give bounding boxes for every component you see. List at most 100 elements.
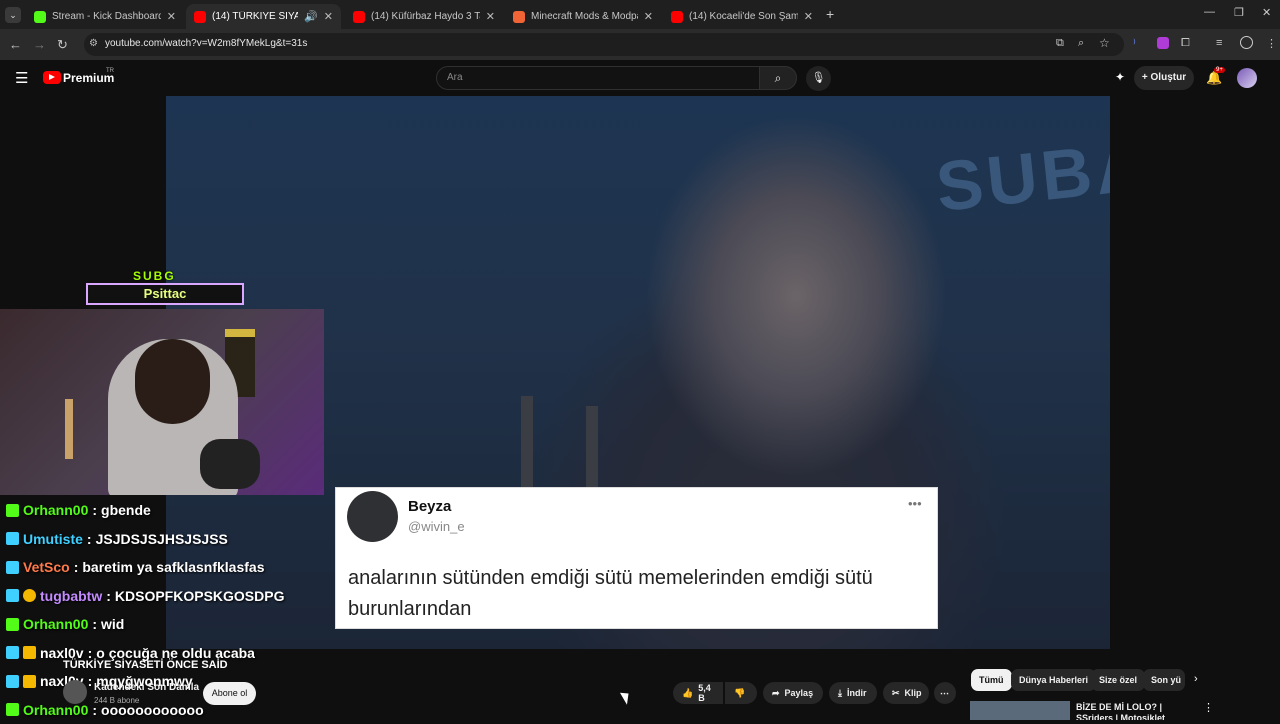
tab-curseforge[interactable]: Minecraft Mods & Modpacks - ✕: [505, 4, 661, 29]
hamburger-menu-icon[interactable]: ☰: [15, 69, 28, 87]
subscriber-count: 244 B abone: [94, 696, 139, 705]
close-tab-icon[interactable]: ✕: [486, 10, 495, 23]
scissors-icon: ✂: [892, 688, 900, 699]
subscriber-badge-icon: [6, 561, 19, 574]
sub-goal-badge: SUBG: [133, 269, 176, 283]
chip-recent[interactable]: Son yü: [1143, 669, 1185, 691]
search-icon: ⌕: [775, 71, 782, 85]
chevron-right-icon[interactable]: ›: [1194, 673, 1198, 685]
close-tab-icon[interactable]: ✕: [804, 10, 813, 23]
headset-mic: [200, 439, 260, 489]
tab-title: (14) TÜRKİYE SİYASETİ ÖNC: [212, 11, 298, 22]
close-window-icon[interactable]: ✕: [1262, 6, 1271, 19]
youtube-favicon-icon: [353, 11, 365, 23]
extension-purple-icon[interactable]: [1157, 37, 1169, 49]
browser-tab-strip: ⌄ Stream - Kick Dashboard ✕ (14) TÜRKİYE…: [0, 0, 1280, 29]
extension-icon[interactable]: ⁾: [1133, 37, 1136, 50]
create-button[interactable]: + Oluştur: [1134, 66, 1194, 90]
share-button[interactable]: ➦ Paylaş: [763, 682, 823, 704]
like-button[interactable]: 👍 5,4 B: [673, 682, 723, 704]
url-text[interactable]: youtube.com/watch?v=W2m8fYMekLg&t=31s: [105, 38, 307, 49]
speaker-icon[interactable]: 🔊: [304, 10, 318, 23]
minimize-icon[interactable]: —: [1204, 6, 1215, 18]
subscribe-button[interactable]: Abone ol: [203, 682, 256, 705]
tab-kick-dashboard[interactable]: Stream - Kick Dashboard ✕: [26, 4, 184, 29]
chat-text: wid: [101, 616, 124, 632]
omnibox[interactable]: ⚙ youtube.com/watch?v=W2m8fYMekLg&t=31s …: [84, 33, 1124, 56]
more-vertical-icon[interactable]: ⋮: [1203, 701, 1214, 714]
subscriber-badge-icon: [6, 504, 19, 517]
chat-username: Orhann00: [23, 502, 88, 518]
chip-for-you[interactable]: Size özel: [1091, 669, 1145, 691]
gift-badge-icon: [23, 589, 36, 602]
subscriber-badge-icon: [6, 646, 19, 659]
close-tab-icon[interactable]: ✕: [324, 10, 333, 23]
subscriber-badge-icon: [6, 675, 19, 688]
restore-icon[interactable]: ❐: [1234, 6, 1244, 19]
dislike-button[interactable]: 👎: [725, 682, 757, 704]
search-button[interactable]: ⌕: [759, 66, 797, 90]
chat-username: tugbabtw: [40, 588, 102, 604]
new-tab-button[interactable]: +: [826, 6, 834, 22]
chip-all[interactable]: Tümü: [971, 669, 1012, 691]
youtube-favicon-icon: [194, 11, 206, 23]
tab-title: (14) Küfürbaz Haydo 3 Tam bö: [371, 11, 480, 22]
close-tab-icon[interactable]: ✕: [167, 10, 176, 23]
tab-title: Stream - Kick Dashboard: [52, 11, 161, 22]
reload-icon[interactable]: ↻: [57, 37, 68, 53]
clip-label: Klip: [905, 688, 922, 698]
share-label: Paylaş: [785, 688, 814, 698]
chat-message: tugbabtw: KDSOPFKOPSKGOSDPG: [6, 582, 336, 611]
cast-icon[interactable]: ⧉: [1056, 37, 1064, 50]
more-horizontal-icon: ⋯: [940, 688, 949, 699]
create-label: Oluştur: [1151, 72, 1187, 83]
download-icon: ⤓: [838, 688, 842, 699]
media-controls-icon[interactable]: ≡: [1216, 37, 1222, 49]
chat-username: Orhann00: [23, 616, 88, 632]
chip-world-news[interactable]: Dünya Haberleri: [1011, 669, 1096, 691]
chat-text: baretim ya safklasnfklasfas: [82, 559, 264, 575]
search-placeholder: Ara: [447, 72, 463, 83]
chat-message: VetSco: baretim ya safklasnfklasfas: [6, 553, 336, 582]
tab-youtube-kufurbaz[interactable]: (14) Küfürbaz Haydo 3 Tam bö ✕: [345, 4, 503, 29]
back-arrow-icon[interactable]: ←: [9, 37, 22, 52]
more-actions-button[interactable]: ⋯: [934, 682, 956, 704]
streamer-name-plate: Psittac: [86, 283, 244, 305]
extensions-puzzle-icon[interactable]: ⧠: [1181, 37, 1190, 50]
tweet-author-name: Beyza: [408, 498, 451, 515]
video-title: TÜRKİYE SİYASETİ ÖNCE SAİD: [63, 659, 228, 671]
zoom-icon[interactable]: ⌕: [1078, 37, 1084, 50]
chat-message: Orhann00: gbende: [6, 496, 336, 525]
youtube-logo-icon[interactable]: [43, 71, 61, 84]
webcam-overlay: [0, 309, 324, 495]
close-tab-icon[interactable]: ✕: [644, 10, 653, 23]
download-button[interactable]: ⤓ İndir: [829, 682, 877, 704]
clip-button[interactable]: ✂ Klip: [883, 682, 929, 704]
ai-sparkle-icon[interactable]: ✦: [1115, 70, 1125, 84]
recommended-title[interactable]: BİZE DE Mİ LOLO? | SSriders | Motosiklet…: [1076, 702, 1196, 720]
tab-youtube-kocaeli[interactable]: (14) Kocaeli'de Son Şampiyona ✕: [663, 4, 821, 29]
chat-text: JSJDSJSJHSJSJSS: [96, 531, 228, 547]
account-avatar[interactable]: [1237, 68, 1257, 88]
voice-search-button[interactable]: 🎙: [806, 66, 831, 91]
recommended-thumbnail[interactable]: [970, 701, 1070, 720]
channel-avatar[interactable]: [63, 680, 87, 704]
youtube-favicon-icon: [671, 11, 683, 23]
tab-search-button[interactable]: ⌄: [5, 7, 21, 23]
search-input[interactable]: Ara: [436, 66, 760, 90]
notification-count-badge: 9+: [1214, 67, 1225, 73]
chat-text: KDSOPFKOPSKGOSDPG: [115, 588, 285, 604]
bookmark-star-icon[interactable]: ☆: [1099, 36, 1110, 50]
tab-youtube-active[interactable]: (14) TÜRKİYE SİYASETİ ÖNC 🔊 ✕: [186, 4, 341, 29]
subscriber-badge-icon: [6, 618, 19, 631]
profile-icon[interactable]: [1240, 36, 1253, 49]
crown-badge-icon: [23, 646, 36, 659]
subscriber-badge-icon: [6, 589, 19, 602]
plus-icon: +: [1142, 72, 1151, 83]
channel-name[interactable]: Kadehdeki Son Damla: [94, 682, 199, 693]
more-vertical-icon[interactable]: ⋮: [1266, 37, 1277, 50]
share-arrow-icon: ➦: [772, 688, 780, 699]
crown-badge-icon: [23, 675, 36, 688]
site-info-icon[interactable]: ⚙: [89, 38, 98, 49]
forward-arrow-icon[interactable]: →: [33, 37, 46, 52]
